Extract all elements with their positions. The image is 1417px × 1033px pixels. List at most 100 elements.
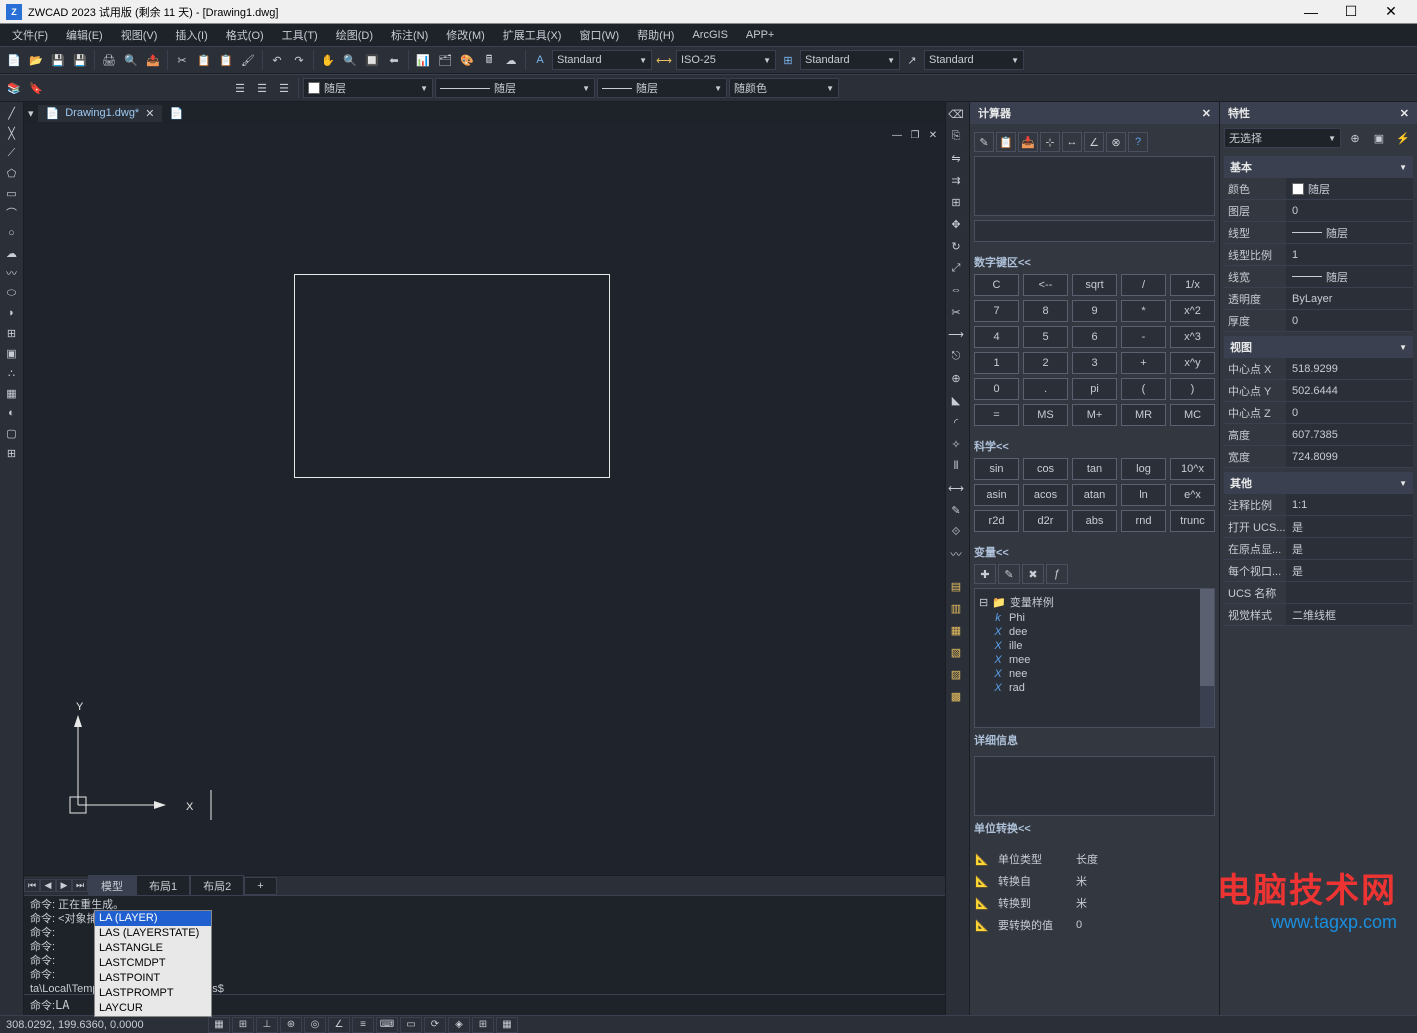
- calc-key-)[interactable]: ): [1170, 378, 1215, 400]
- command-autocomplete[interactable]: LA (LAYER) LAS (LAYERSTATE) LASTANGLE LA…: [94, 910, 212, 1017]
- suggest-item[interactable]: LASTANGLE: [95, 941, 211, 956]
- layeroff-icon[interactable]: ☰: [252, 78, 272, 98]
- offset-icon[interactable]: ⇉: [946, 170, 966, 190]
- layer4-icon[interactable]: ▧: [946, 642, 966, 662]
- calculator-icon[interactable]: 🖩: [479, 50, 499, 70]
- calc-key-8[interactable]: 8: [1023, 300, 1068, 322]
- calc-sci-atan[interactable]: atan: [1072, 484, 1117, 506]
- gradient-icon[interactable]: ◐: [2, 404, 22, 422]
- calc-key-4[interactable]: 4: [974, 326, 1019, 348]
- calc-sci-header[interactable]: 科学<<: [974, 434, 1215, 458]
- layer3-icon[interactable]: ▦: [946, 620, 966, 640]
- calc-key-0[interactable]: 0: [974, 378, 1019, 400]
- props-pickadd-icon[interactable]: ⊕: [1345, 128, 1365, 148]
- doc-tab-close-icon[interactable]: ✕: [145, 107, 154, 120]
- edit-icon[interactable]: ✎: [946, 500, 966, 520]
- prop-row[interactable]: 线型比例1: [1224, 244, 1413, 266]
- calc-getpt-icon[interactable]: ⊹: [1040, 132, 1060, 152]
- menu-file[interactable]: 文件(F): [4, 25, 56, 45]
- calc-sci-log[interactable]: log: [1121, 458, 1166, 480]
- saveas-icon[interactable]: 💾: [70, 50, 90, 70]
- xline-icon[interactable]: ╳: [2, 124, 22, 142]
- maximize-button[interactable]: ☐: [1331, 0, 1371, 24]
- menu-insert[interactable]: 插入(I): [167, 25, 215, 45]
- cloud-icon[interactable]: ☁: [501, 50, 521, 70]
- prop-row[interactable]: 透明度ByLayer: [1224, 288, 1413, 310]
- region-icon[interactable]: ▢: [2, 424, 22, 442]
- join-icon[interactable]: ⊕: [946, 368, 966, 388]
- unit-row[interactable]: 📐转换自米: [974, 870, 1215, 892]
- toolpalette-icon[interactable]: 🎨: [457, 50, 477, 70]
- var-edit-icon[interactable]: ✎: [998, 564, 1020, 584]
- prop-row[interactable]: UCS 名称: [1224, 582, 1413, 604]
- new-icon[interactable]: 📄: [4, 50, 24, 70]
- var-item[interactable]: kPhi: [979, 611, 1210, 625]
- layout-tab-add[interactable]: +: [244, 877, 276, 895]
- menu-modify[interactable]: 修改(M): [438, 25, 493, 45]
- layout-last-icon[interactable]: ⏭: [72, 879, 88, 892]
- calc-sci-trunc[interactable]: trunc: [1170, 510, 1215, 532]
- calc-key-*[interactable]: *: [1121, 300, 1166, 322]
- var-tree[interactable]: ⊟📁变量样例 kPhiXdeeXilleXmeeXneeXrad: [974, 588, 1215, 728]
- lwt-toggle[interactable]: ≡: [352, 1017, 374, 1033]
- suggest-item[interactable]: LAYCUR: [95, 1001, 211, 1016]
- arc-icon[interactable]: ⌒: [2, 204, 22, 222]
- otrack-toggle[interactable]: ∠: [328, 1017, 350, 1033]
- undo-icon[interactable]: ↶: [267, 50, 287, 70]
- calc-getdist-icon[interactable]: ↔: [1062, 132, 1082, 152]
- var-item[interactable]: Xdee: [979, 625, 1210, 639]
- break-icon[interactable]: ⎋: [946, 346, 966, 366]
- calc-var-header[interactable]: 变量<<: [974, 540, 1215, 564]
- chamfer-icon[interactable]: ◣: [946, 390, 966, 410]
- calc-key-x^y[interactable]: x^y: [1170, 352, 1215, 374]
- props-selector[interactable]: 无选择▼: [1224, 128, 1341, 148]
- erase-icon[interactable]: ⌫: [946, 104, 966, 124]
- dyn-toggle[interactable]: ⌨: [376, 1017, 398, 1033]
- layer2-icon[interactable]: ▥: [946, 598, 966, 618]
- layeron-icon[interactable]: ☰: [274, 78, 294, 98]
- layer1-icon[interactable]: ▤: [946, 576, 966, 596]
- var-del-icon[interactable]: ✖: [1022, 564, 1044, 584]
- zoomprev-icon[interactable]: ⬅: [384, 50, 404, 70]
- calc-key-3[interactable]: 3: [1072, 352, 1117, 374]
- var-item[interactable]: Xille: [979, 639, 1210, 653]
- ortho-toggle[interactable]: ⊥: [256, 1017, 278, 1033]
- layer-manager-icon[interactable]: 📚: [4, 78, 24, 98]
- calc-key-MS[interactable]: MS: [1023, 404, 1068, 426]
- minimize-button[interactable]: —: [1291, 0, 1331, 24]
- calc-key-+[interactable]: +: [1121, 352, 1166, 374]
- calc-sci-10^x[interactable]: 10^x: [1170, 458, 1215, 480]
- calc-display[interactable]: [974, 156, 1215, 216]
- iso-toggle[interactable]: ◈: [448, 1017, 470, 1033]
- calc-key-MR[interactable]: MR: [1121, 404, 1166, 426]
- stretch-icon[interactable]: ⇔: [946, 280, 966, 300]
- calc-getangle-icon[interactable]: ∠: [1084, 132, 1104, 152]
- layout-tab-1[interactable]: 布局1: [136, 875, 190, 897]
- move-icon[interactable]: ✥: [946, 214, 966, 234]
- menu-edit[interactable]: 编辑(E): [58, 25, 111, 45]
- calc-sci-r2d[interactable]: r2d: [974, 510, 1019, 532]
- menu-window[interactable]: 窗口(W): [571, 25, 627, 45]
- tablestyle-icon[interactable]: ⊞: [778, 50, 798, 70]
- doc-close-icon[interactable]: ✕: [925, 128, 941, 142]
- more-toggle[interactable]: ▦: [496, 1017, 518, 1033]
- copy-icon[interactable]: 📋: [194, 50, 214, 70]
- unit-row[interactable]: 📐要转换的值0: [974, 914, 1215, 936]
- linetype-dropdown[interactable]: 随层▼: [435, 78, 595, 98]
- prop-section-view[interactable]: 视图▼: [1224, 336, 1413, 358]
- calc-key-1/x[interactable]: 1/x: [1170, 274, 1215, 296]
- doc-restore-icon[interactable]: ❐: [907, 128, 923, 142]
- layer-state-icon[interactable]: 🔖: [26, 78, 46, 98]
- suggest-item[interactable]: LASTPOINT: [95, 971, 211, 986]
- props-quick-icon[interactable]: ⚡: [1393, 128, 1413, 148]
- tab-toggle[interactable]: ⊞: [472, 1017, 494, 1033]
- calc-sci-rnd[interactable]: rnd: [1121, 510, 1166, 532]
- revcloud-icon[interactable]: ☁: [2, 244, 22, 262]
- color-dropdown[interactable]: 随层▼: [303, 78, 433, 98]
- prop-row[interactable]: 中心点 X518.9299: [1224, 358, 1413, 380]
- layer6-icon[interactable]: ▩: [946, 686, 966, 706]
- textstyle-dropdown[interactable]: Standard▼: [552, 50, 652, 70]
- prop-row[interactable]: 宽度724.8099: [1224, 446, 1413, 468]
- menu-tools[interactable]: 工具(T): [274, 25, 326, 45]
- line-icon[interactable]: ╱: [2, 104, 22, 122]
